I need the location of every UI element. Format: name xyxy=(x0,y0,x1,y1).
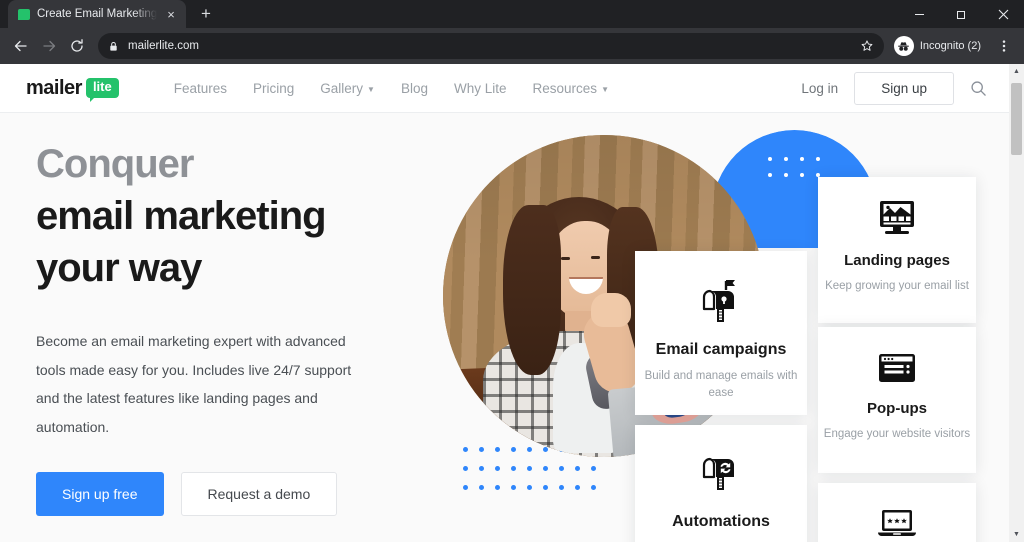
landing-page-monitor-icon xyxy=(818,197,976,239)
photo-person-eye-left xyxy=(561,257,570,260)
page-scrollbar[interactable]: ▲ ▼ xyxy=(1009,64,1024,542)
kebab-menu-icon[interactable] xyxy=(992,33,1016,59)
close-window-icon[interactable] xyxy=(982,0,1024,28)
nav-label: Features xyxy=(173,80,228,96)
photo-person-hair-left xyxy=(503,205,561,375)
card-description: Engage your website visitors xyxy=(823,428,971,440)
page-viewport: mailer lite Features Pricing Gallery ▼ B… xyxy=(0,64,1024,542)
browser-toolbar: mailerlite.com Incognito (2) xyxy=(0,28,1024,64)
feature-card-email-campaigns[interactable]: Email campaigns Build and manage emails … xyxy=(635,251,807,415)
nav-item-pricing[interactable]: Pricing xyxy=(253,81,294,96)
hero-cta-group: Sign up free Request a demo xyxy=(36,471,436,516)
headline-line-3: your way xyxy=(36,246,202,290)
scroll-down-icon[interactable]: ▼ xyxy=(1009,527,1024,542)
feature-card-automations[interactable]: Automations Target and segment subscribe… xyxy=(635,425,807,542)
logo-wordmark: mailer xyxy=(26,76,82,99)
search-icon[interactable] xyxy=(970,80,987,97)
nav-label: Why Lite xyxy=(454,80,507,96)
address-bar[interactable]: mailerlite.com xyxy=(98,33,884,59)
forward-icon[interactable] xyxy=(36,33,62,59)
nav-item-blog[interactable]: Blog xyxy=(401,81,428,96)
hero-artwork: Email campaigns Build and manage emails … xyxy=(430,113,1009,542)
url-text: mailerlite.com xyxy=(128,40,199,52)
laptop-stars-icon xyxy=(818,507,976,542)
nav-label: Resources xyxy=(532,80,598,96)
browser-window: Create Email Marketing Your Way × + xyxy=(0,0,1024,542)
signup-free-button[interactable]: Sign up free xyxy=(36,471,164,516)
card-description: Keep growing your email list xyxy=(825,280,969,292)
nav-item-gallery[interactable]: Gallery ▼ xyxy=(320,81,375,96)
mailerlite-logo[interactable]: mailer lite xyxy=(26,76,119,102)
lock-icon xyxy=(108,41,119,52)
feature-card-surveys[interactable]: Surveys xyxy=(818,483,976,542)
browser-window-icon xyxy=(818,351,976,387)
hero-description: Become an email marketing expert with ad… xyxy=(36,333,352,436)
incognito-icon xyxy=(893,36,914,56)
chevron-down-icon: ▼ xyxy=(601,84,609,94)
maximize-icon[interactable] xyxy=(940,0,982,28)
reload-icon[interactable] xyxy=(64,33,90,59)
card-description: Build and manage emails with ease xyxy=(644,370,798,400)
back-icon[interactable] xyxy=(8,33,34,59)
headline-line-1: Conquer xyxy=(36,142,194,186)
nav-item-why-lite[interactable]: Why Lite xyxy=(454,81,507,96)
site-header: mailer lite Features Pricing Gallery ▼ B… xyxy=(0,64,1009,113)
new-tab-button[interactable]: + xyxy=(192,2,220,26)
window-controls xyxy=(898,0,1024,28)
request-demo-button[interactable]: Request a demo xyxy=(180,471,338,516)
card-title: Pop-ups xyxy=(867,400,927,417)
nav-item-resources[interactable]: Resources ▼ xyxy=(533,81,609,96)
nav-label: Pricing xyxy=(253,80,295,96)
bookmark-star-icon[interactable] xyxy=(860,39,874,53)
hero-copy: Conquer email marketing your way Become … xyxy=(36,138,436,516)
browser-tab[interactable]: Create Email Marketing Your Way × xyxy=(8,0,186,28)
mailbox-sync-icon xyxy=(635,451,807,497)
minimize-icon[interactable] xyxy=(898,0,940,28)
tab-favicon xyxy=(18,8,30,20)
logo-badge: lite xyxy=(85,78,119,102)
nav-label: Blog xyxy=(400,80,428,96)
page-title: Conquer email marketing your way xyxy=(36,138,436,294)
signup-button[interactable]: Sign up xyxy=(854,71,954,105)
login-link[interactable]: Log in xyxy=(801,81,838,96)
header-actions: Log in Sign up xyxy=(801,71,987,105)
nav-label: Gallery xyxy=(320,80,364,96)
feature-card-popups[interactable]: Pop-ups Engage your website visitors xyxy=(818,327,976,473)
card-title: Automations xyxy=(672,513,770,530)
nav-item-features[interactable]: Features xyxy=(174,81,227,96)
feature-card-landing-pages[interactable]: Landing pages Keep growing your email li… xyxy=(818,177,976,323)
incognito-indicator[interactable]: Incognito (2) xyxy=(892,34,990,58)
incognito-label: Incognito (2) xyxy=(919,40,981,52)
photo-person-eye-right xyxy=(591,256,600,259)
tab-strip: Create Email Marketing Your Way × + xyxy=(0,0,1024,28)
headline-line-2: email marketing xyxy=(36,194,327,238)
photo-person-hand xyxy=(591,293,631,327)
card-title: Landing pages xyxy=(844,252,950,269)
mailbox-icon xyxy=(635,277,807,325)
tab-title: Create Email Marketing Your Way xyxy=(37,8,157,20)
scroll-up-icon[interactable]: ▲ xyxy=(1009,64,1024,79)
web-page: mailer lite Features Pricing Gallery ▼ B… xyxy=(0,64,1009,542)
main-nav: Features Pricing Gallery ▼ Blog Why Lite xyxy=(174,81,609,96)
chevron-down-icon: ▼ xyxy=(367,84,375,94)
scrollbar-thumb[interactable] xyxy=(1011,83,1022,155)
hero-section: Conquer email marketing your way Become … xyxy=(0,113,1009,542)
close-icon[interactable]: × xyxy=(164,7,178,21)
card-title: Email campaigns xyxy=(655,341,787,358)
